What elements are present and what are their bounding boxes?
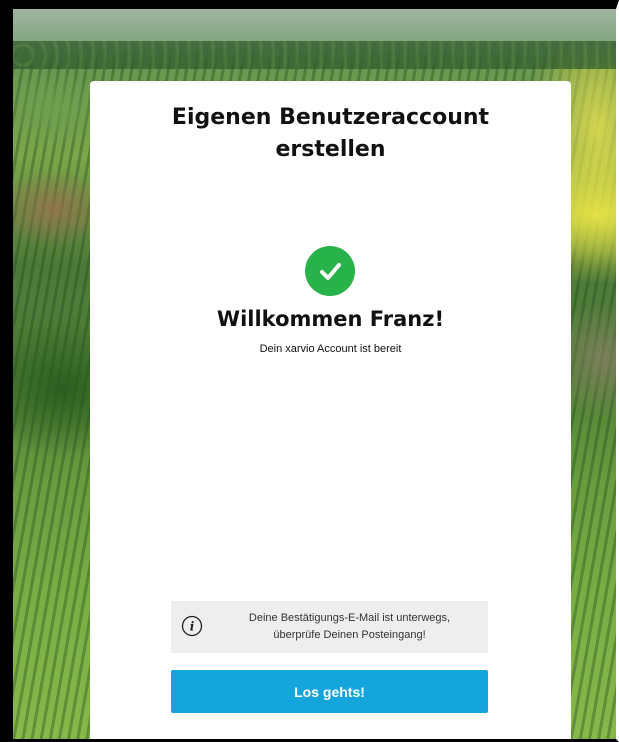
welcome-heading: Willkommen Franz! <box>216 307 445 331</box>
lets-go-button[interactable]: Los gehts! <box>171 670 488 713</box>
check-circle-icon <box>305 246 355 296</box>
email-notice: i Deine Bestätigungs-E-Mail ist unterweg… <box>171 601 488 653</box>
app-frame: Eigenen Benutzeraccount erstellen Willko… <box>0 0 619 742</box>
background-treeline <box>13 41 616 69</box>
welcome-subtitle: Dein xarvio Account ist bereit <box>259 343 402 355</box>
email-notice-text: Deine Bestätigungs-E-Mail ist unterwegs,… <box>211 610 488 644</box>
email-notice-line-2: überprüfe Deinen Posteingang! <box>273 629 426 641</box>
svg-text:i: i <box>190 620 195 634</box>
page-title: Eigenen Benutzeraccount erstellen <box>171 105 490 162</box>
signup-card: Eigenen Benutzeraccount erstellen Willko… <box>90 81 571 739</box>
email-notice-line-1: Deine Bestätigungs-E-Mail ist unterwegs, <box>248 612 451 624</box>
info-icon: i <box>181 615 203 637</box>
